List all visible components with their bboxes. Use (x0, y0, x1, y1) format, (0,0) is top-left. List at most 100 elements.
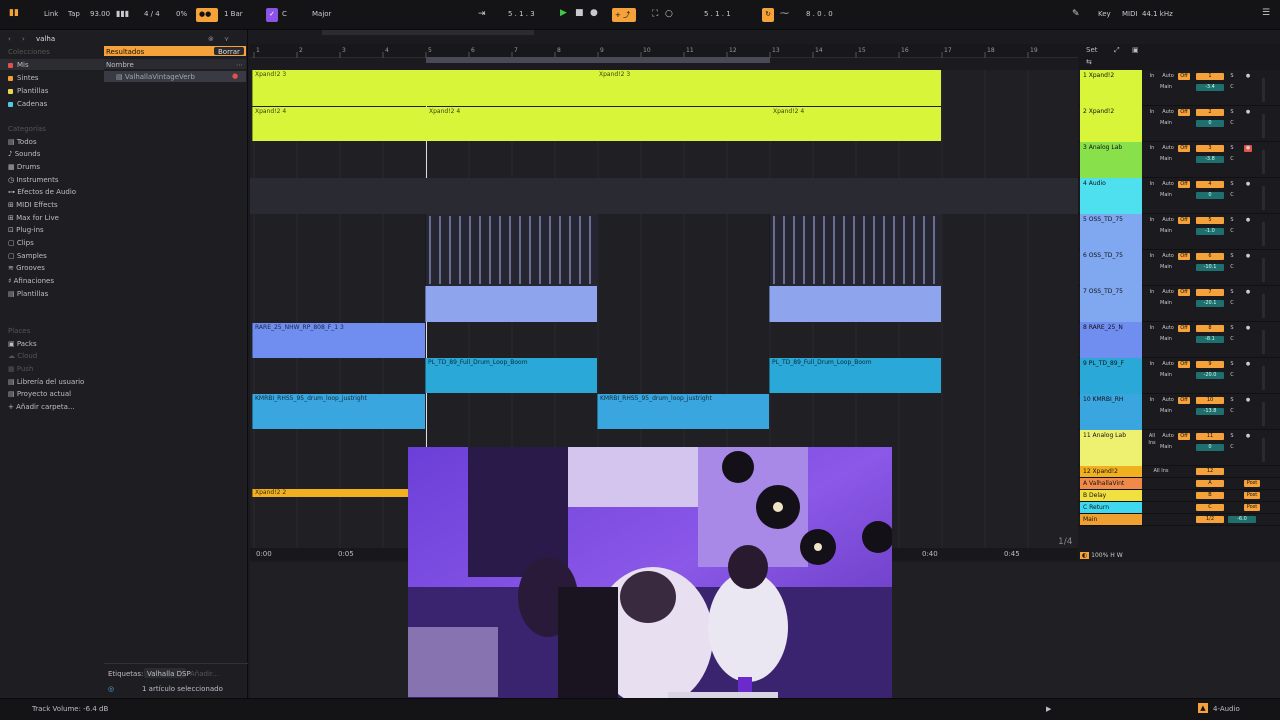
place-current-project[interactable]: ▤ Proyecto actual (8, 390, 71, 398)
monitor-auto-button[interactable]: Auto (1160, 253, 1176, 260)
return-activator[interactable]: A (1196, 480, 1224, 487)
channel-name[interactable]: 10 KMRBI_RH (1080, 394, 1142, 430)
arm-button[interactable]: ● (1244, 253, 1252, 260)
category-instruments[interactable]: ◷ Instruments (8, 176, 59, 184)
volume-field[interactable]: -20.0 (1196, 372, 1224, 379)
track-activator[interactable]: 10 (1196, 397, 1224, 404)
arm-button[interactable]: ● (1244, 325, 1252, 332)
record-icon[interactable]: ● (590, 9, 598, 18)
back-icon[interactable]: ‹ (8, 35, 11, 43)
monitor-off-button[interactable]: Off (1178, 361, 1190, 368)
solo-button[interactable]: S (1228, 253, 1236, 260)
monitor-in-button[interactable]: In (1146, 145, 1158, 152)
volume-field[interactable]: -10.1 (1196, 264, 1224, 271)
place-user-library[interactable]: ▤ Librería del usuario (8, 378, 84, 386)
output-select[interactable]: Main (1146, 372, 1186, 379)
return-name[interactable]: Main (1080, 514, 1142, 525)
volume-field[interactable]: -8.1 (1196, 336, 1224, 343)
monitor-in-button[interactable]: In (1146, 361, 1158, 368)
volume-field[interactable]: 0 (1196, 120, 1224, 127)
channel-name[interactable]: 8 RARE_25_N (1080, 322, 1142, 358)
monitor-auto-button[interactable]: Auto (1160, 397, 1176, 404)
solo-button[interactable]: S (1228, 289, 1236, 296)
add-tag-button[interactable]: Añadir... (190, 670, 219, 678)
pan-button[interactable]: C (1228, 120, 1236, 127)
midi-clip[interactable]: Xpand!2 4 Xpand!2 4 Xpand!2 4 (252, 107, 941, 141)
monitor-off-button[interactable]: Off (1178, 433, 1190, 440)
category-max-for-live[interactable]: ⊞ Max for Live (8, 214, 59, 222)
track-activator[interactable]: 5 (1196, 217, 1224, 224)
output-select[interactable]: Main (1146, 444, 1186, 451)
monitor-auto-button[interactable]: Auto (1160, 325, 1176, 332)
audio-clip[interactable] (769, 286, 941, 322)
monitor-off-button[interactable]: Off (1178, 253, 1190, 260)
place-push[interactable]: ▦ Push (8, 365, 33, 373)
pan-button[interactable]: C (1228, 264, 1236, 271)
volume-field[interactable]: -3.4 (1196, 84, 1224, 91)
footer-toggle[interactable]: ◐ (1080, 552, 1090, 559)
solo-button[interactable]: S (1228, 361, 1236, 368)
output-select[interactable]: Main (1146, 192, 1186, 199)
key-select[interactable]: C (282, 10, 287, 18)
pencil-icon[interactable]: ✎ (1072, 10, 1080, 19)
category-grooves[interactable]: ≋ Grooves (8, 264, 45, 272)
output-select[interactable]: Main (1146, 264, 1186, 271)
return-name[interactable]: A ValhallaVint (1080, 478, 1142, 489)
volume-field[interactable]: -1.0 (1196, 228, 1224, 235)
collection-item-sintes[interactable]: Sintes (8, 74, 39, 82)
midi-clip[interactable]: Xpand!2 3 Xpand!2 3 (252, 70, 941, 106)
place-add-folder[interactable]: + Añadir carpeta... (8, 403, 75, 411)
category-templates[interactable]: ▤ Plantillas (8, 290, 48, 298)
arm-button[interactable]: ● (1244, 73, 1252, 80)
clear-search-icon[interactable]: ⊗ (208, 35, 214, 43)
track-activator[interactable]: 4 (1196, 181, 1224, 188)
monitor-auto-button[interactable]: Auto (1160, 181, 1176, 188)
category-clips[interactable]: ▢ Clips (8, 239, 34, 247)
channel-name[interactable]: 6 OSS_TD_75 (1080, 250, 1142, 286)
search-input[interactable]: valha (36, 35, 55, 43)
h-button[interactable]: H (1110, 552, 1115, 559)
monitor-off-button[interactable]: Off (1178, 217, 1190, 224)
mixer-channel[interactable]: 11 Analog Lab All Ins Auto Off Main 11 0 S C ● (1078, 430, 1280, 466)
monitor-off-button[interactable]: Off (1178, 181, 1190, 188)
save-icon[interactable]: ▣ (1132, 46, 1139, 54)
song-position[interactable]: 5 . 1 . 3 (508, 10, 535, 18)
track-activator[interactable]: 9 (1196, 361, 1224, 368)
monitor-in-button[interactable]: In (1146, 289, 1158, 296)
collection-item-plantillas[interactable]: Plantillas (8, 87, 48, 95)
monitor-auto-button[interactable]: Auto (1160, 217, 1176, 224)
bar-ruler[interactable]: 1 2 3 4 5 6 7 8 9 10 11 12 13 14 15 16 17 18 19 (250, 44, 1078, 58)
category-midi-effects[interactable]: ⊞ MIDI Effects (8, 201, 58, 209)
solo-button[interactable]: S (1228, 217, 1236, 224)
monitor-in-button[interactable]: In (1146, 325, 1158, 332)
return-activator[interactable]: C (1196, 504, 1224, 511)
w-button[interactable]: W (1117, 552, 1123, 559)
midi-clip-xpand[interactable]: Xpand!2 2 (252, 489, 408, 497)
output-select[interactable]: Main (1146, 408, 1186, 415)
channel-name[interactable]: 11 Analog Lab (1080, 430, 1142, 466)
mixer-channel[interactable]: 1 Xpand!2 In Auto Off Main 1 -3.4 S C ● (1078, 70, 1280, 106)
tempo-field[interactable]: 93.00 (90, 10, 110, 18)
monitor-in-button[interactable]: In (1146, 217, 1158, 224)
monitor-in-button[interactable]: In (1146, 109, 1158, 116)
quantize-select[interactable]: 1 Bar (224, 10, 243, 18)
monitor-auto-button[interactable]: Auto (1160, 433, 1176, 440)
category-todos[interactable]: ▤ Todos (8, 138, 37, 146)
arm-button[interactable]: ● (1244, 109, 1252, 116)
stop-icon[interactable]: ■ (575, 9, 584, 18)
monitor-in-button[interactable]: In (1146, 73, 1158, 80)
solo-button[interactable]: S (1228, 397, 1236, 404)
return-channel[interactable]: B Delay B Post (1078, 490, 1280, 502)
monitor-off-button[interactable]: Off (1178, 109, 1190, 116)
pan-button[interactable]: C (1228, 372, 1236, 379)
return-name[interactable]: 12 Xpand!2 (1080, 466, 1142, 477)
loop-start[interactable]: 5 . 1 . 1 (704, 10, 731, 18)
return-channel[interactable]: Main 1/2 -6.0 (1078, 514, 1280, 526)
post-button[interactable]: Post (1244, 480, 1260, 487)
monitor-in-button[interactable]: In (1146, 253, 1158, 260)
place-cloud[interactable]: ☁ Cloud (8, 352, 37, 360)
input-select[interactable]: All Ins (1146, 468, 1176, 475)
record-mode-toggle[interactable]: ●● (196, 8, 218, 22)
track-activator[interactable]: 1 (1196, 73, 1224, 80)
filter-icon[interactable]: ⋎ (224, 35, 229, 43)
